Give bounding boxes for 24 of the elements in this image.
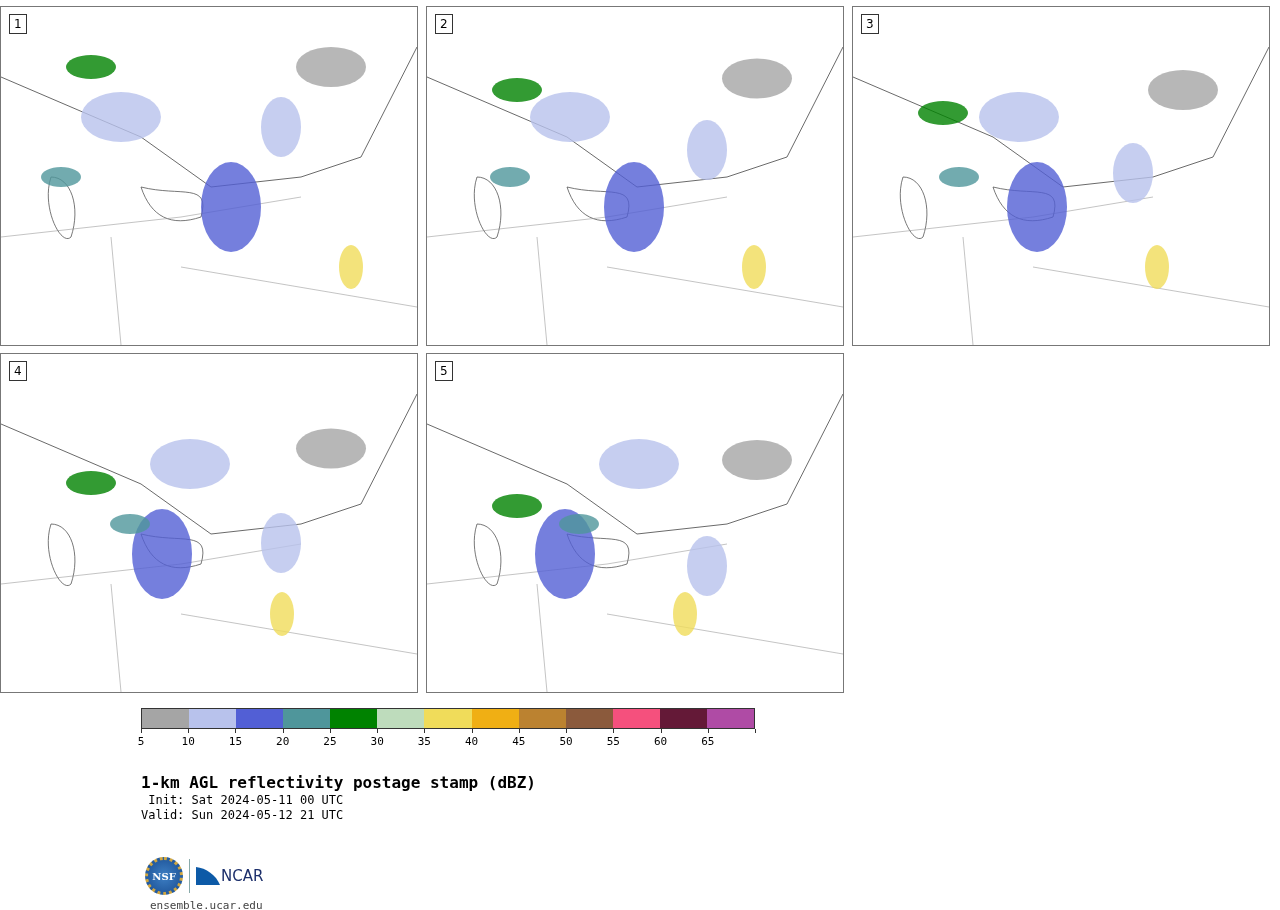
tick-label: 20: [276, 735, 290, 748]
tick-label: 10: [181, 735, 195, 748]
tick-label: 40: [465, 735, 479, 748]
tick-label: 15: [228, 735, 243, 748]
tick-label: 55: [606, 735, 620, 748]
panel-number: 2: [435, 14, 453, 34]
website-address: ensemble.ucar.edu: [150, 899, 264, 910]
tick-label: 45: [512, 735, 526, 748]
chart-title: 1-km AGL reflectivity postage stamp (dBZ): [141, 773, 536, 793]
panel-number: 3: [861, 14, 879, 34]
tick-label: 5: [137, 735, 145, 748]
valid-time: Valid: Sun 2024-05-12 21 UTC: [141, 808, 344, 823]
tick-label: 60: [653, 735, 668, 748]
tick-label: 50: [559, 735, 573, 748]
tick-label: 30: [370, 735, 384, 748]
tick-label: 65: [701, 735, 715, 748]
init-time: Init: Sat 2024-05-11 00 UTC: [147, 793, 344, 808]
panel-number: 4: [9, 361, 27, 381]
panel-number: 1: [9, 14, 27, 34]
panel-number: 5: [435, 361, 453, 381]
tick-label: 35: [417, 735, 431, 748]
nsf-logo: NSF: [145, 857, 183, 895]
tick-label: 25: [323, 735, 337, 748]
ncar-logo: NCAR: [196, 867, 264, 885]
